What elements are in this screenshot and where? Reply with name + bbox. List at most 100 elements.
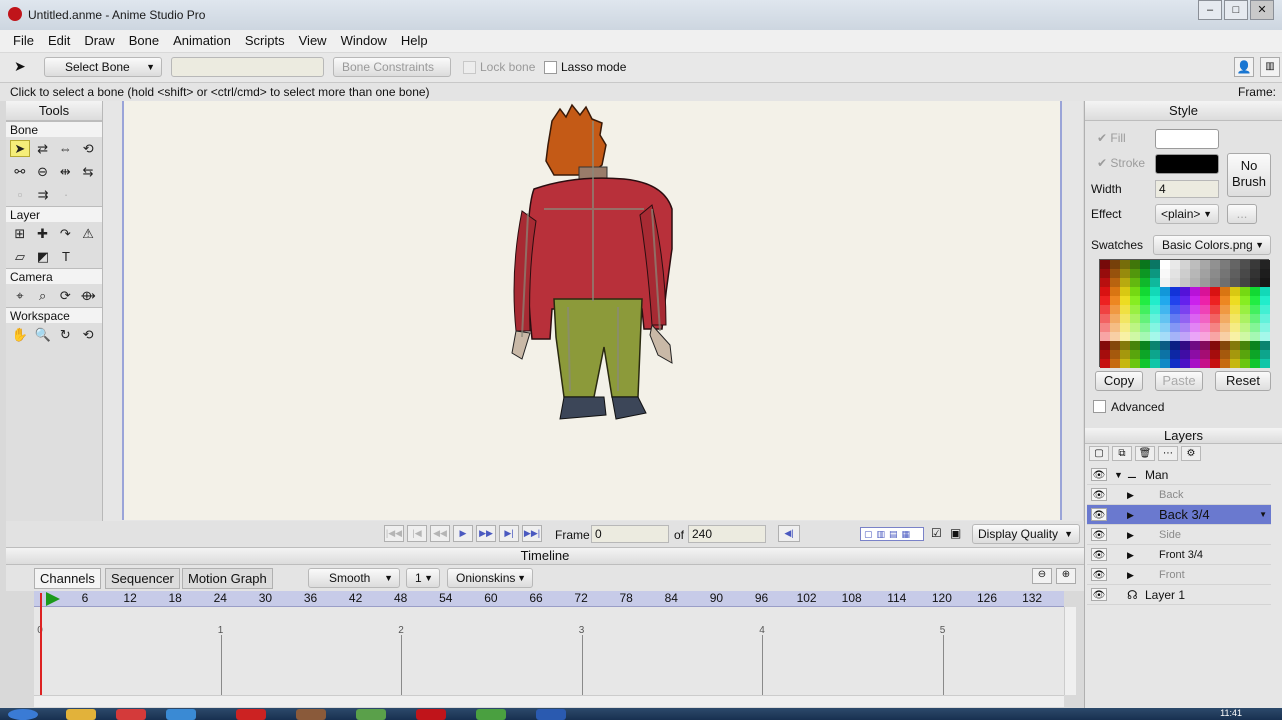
palette-swatch[interactable] bbox=[1230, 278, 1240, 287]
palette-swatch[interactable] bbox=[1200, 296, 1210, 305]
interpolation-dropdown[interactable]: Smooth ▼ bbox=[308, 568, 400, 588]
select-bone-tool-icon[interactable]: ➤ bbox=[10, 140, 30, 157]
palette-swatch[interactable] bbox=[1180, 332, 1190, 341]
palette-swatch[interactable] bbox=[1210, 323, 1220, 332]
palette-swatch[interactable] bbox=[1240, 341, 1250, 350]
palette-swatch[interactable] bbox=[1240, 323, 1250, 332]
palette-swatch[interactable] bbox=[1150, 305, 1160, 314]
palette-swatch[interactable] bbox=[1150, 287, 1160, 296]
delete-layer-icon[interactable]: 🗑 bbox=[1135, 446, 1155, 461]
palette-swatch[interactable] bbox=[1190, 314, 1200, 323]
start-button-icon[interactable] bbox=[8, 709, 38, 720]
palette-swatch[interactable] bbox=[1240, 269, 1250, 278]
palette-swatch[interactable] bbox=[1180, 296, 1190, 305]
palette-swatch[interactable] bbox=[1200, 260, 1210, 269]
tab-motion-graph[interactable]: Motion Graph bbox=[182, 568, 273, 589]
palette-swatch[interactable] bbox=[1240, 278, 1250, 287]
onionskins-dropdown[interactable]: Onionskins ▼ bbox=[447, 568, 533, 588]
stroke-color-swatch[interactable] bbox=[1155, 154, 1219, 174]
palette-swatch[interactable] bbox=[1120, 278, 1130, 287]
zoom-in-timeline-icon[interactable]: ⊕ bbox=[1056, 568, 1076, 584]
palette-swatch[interactable] bbox=[1130, 296, 1140, 305]
palette-swatch[interactable] bbox=[1120, 269, 1130, 278]
eye-icon[interactable]: 👁 bbox=[1091, 468, 1107, 481]
lock-bone-checkbox[interactable] bbox=[463, 61, 476, 74]
palette-swatch[interactable] bbox=[1160, 305, 1170, 314]
palette-swatch[interactable] bbox=[1210, 278, 1220, 287]
palette-swatch[interactable] bbox=[1160, 341, 1170, 350]
palette-swatch[interactable] bbox=[1120, 305, 1130, 314]
palette-swatch[interactable] bbox=[1150, 296, 1160, 305]
width-input[interactable]: 4 bbox=[1155, 180, 1219, 198]
palette-swatch[interactable] bbox=[1240, 314, 1250, 323]
palette-swatch[interactable] bbox=[1250, 314, 1260, 323]
scale-layer-tool-icon[interactable]: ⚠ bbox=[78, 225, 98, 242]
palette-swatch[interactable] bbox=[1110, 296, 1120, 305]
expand-arrow-icon[interactable]: ▶ bbox=[1127, 525, 1134, 545]
palette-swatch[interactable] bbox=[1220, 296, 1230, 305]
palette-swatch[interactable] bbox=[1210, 305, 1220, 314]
menu-bone[interactable]: Bone bbox=[122, 30, 166, 52]
add-bone-tool-icon[interactable]: ⚯ bbox=[10, 163, 30, 180]
menu-file[interactable]: File bbox=[6, 30, 41, 52]
palette-swatch[interactable] bbox=[1120, 350, 1130, 359]
palette-swatch[interactable] bbox=[1260, 269, 1270, 278]
palette-swatch[interactable] bbox=[1170, 314, 1180, 323]
palette-swatch[interactable] bbox=[1180, 350, 1190, 359]
timeline-horizontal-scrollbar[interactable] bbox=[34, 695, 1064, 707]
scale-bone-tool-icon[interactable]: ⇔ bbox=[56, 140, 76, 157]
fill-checkbox[interactable]: ✔ Fill bbox=[1097, 131, 1126, 145]
bind-layer-tool-icon[interactable]: ▫ bbox=[10, 186, 30, 203]
palette-swatch[interactable] bbox=[1250, 350, 1260, 359]
palette-swatch[interactable] bbox=[1160, 359, 1170, 368]
palette-swatch[interactable] bbox=[1120, 296, 1130, 305]
palette-swatch[interactable] bbox=[1230, 260, 1240, 269]
palette-swatch[interactable] bbox=[1100, 350, 1110, 359]
layer-row-man[interactable]: 👁 ▼ ⚊ Man bbox=[1087, 465, 1271, 485]
palette-swatch[interactable] bbox=[1200, 287, 1210, 296]
palette-swatch[interactable] bbox=[1140, 260, 1150, 269]
palette-swatch[interactable] bbox=[1220, 260, 1230, 269]
app3-taskbar-icon[interactable] bbox=[476, 709, 506, 720]
palette-swatch[interactable] bbox=[1200, 332, 1210, 341]
palette-swatch[interactable] bbox=[1180, 287, 1190, 296]
palette-swatch[interactable] bbox=[1170, 359, 1180, 368]
palette-swatch[interactable] bbox=[1190, 359, 1200, 368]
tab-channels[interactable]: Channels bbox=[34, 568, 101, 589]
timeline-ruler[interactable]: 6 12 18 24 30 36 42 48 54 60 66 72 78 84 90 96 102 108 114… bbox=[34, 591, 1064, 607]
palette-swatch[interactable] bbox=[1170, 269, 1180, 278]
palette-swatch[interactable] bbox=[1230, 287, 1240, 296]
palette-swatch[interactable] bbox=[1180, 323, 1190, 332]
offset-bone-tool-icon[interactable]: · bbox=[56, 186, 76, 203]
palette-swatch[interactable] bbox=[1130, 260, 1140, 269]
palette-swatch[interactable] bbox=[1250, 296, 1260, 305]
palette-swatch[interactable] bbox=[1200, 269, 1210, 278]
palette-swatch[interactable] bbox=[1110, 269, 1120, 278]
palette-swatch[interactable] bbox=[1160, 269, 1170, 278]
palette-swatch[interactable] bbox=[1230, 296, 1240, 305]
expand-arrow-icon[interactable]: ▶ bbox=[1127, 485, 1134, 505]
swatches-dropdown[interactable]: Basic Colors.png ▼ bbox=[1153, 235, 1271, 255]
bone-name-field[interactable] bbox=[171, 57, 324, 77]
palette-swatch[interactable] bbox=[1250, 278, 1260, 287]
palette-swatch[interactable] bbox=[1140, 269, 1150, 278]
palette-swatch[interactable] bbox=[1120, 332, 1130, 341]
palette-swatch[interactable] bbox=[1120, 359, 1130, 368]
palette-swatch[interactable] bbox=[1150, 260, 1160, 269]
palette-swatch[interactable] bbox=[1250, 287, 1260, 296]
palette-swatch[interactable] bbox=[1110, 260, 1120, 269]
palette-swatch[interactable] bbox=[1190, 296, 1200, 305]
palette-swatch[interactable] bbox=[1160, 278, 1170, 287]
document-canvas[interactable] bbox=[122, 101, 1062, 520]
palette-swatch[interactable] bbox=[1100, 341, 1110, 350]
palette-swatch[interactable] bbox=[1230, 359, 1240, 368]
reparent-bone-tool-icon[interactable]: ⊖ bbox=[33, 163, 53, 180]
layer-row-back[interactable]: 👁 ▶ Back bbox=[1087, 485, 1271, 505]
copy-button[interactable]: Copy bbox=[1095, 371, 1143, 391]
palette-swatch[interactable] bbox=[1190, 332, 1200, 341]
palette-swatch[interactable] bbox=[1120, 314, 1130, 323]
palette-swatch[interactable] bbox=[1250, 260, 1260, 269]
palette-swatch[interactable] bbox=[1160, 350, 1170, 359]
menu-edit[interactable]: Edit bbox=[41, 30, 77, 52]
menu-animation[interactable]: Animation bbox=[166, 30, 238, 52]
